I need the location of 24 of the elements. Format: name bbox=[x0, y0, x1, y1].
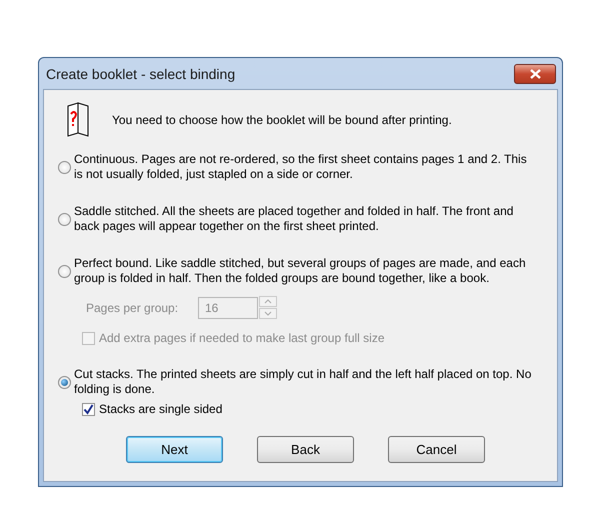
checkbox[interactable] bbox=[82, 402, 95, 416]
radio-button[interactable] bbox=[58, 212, 71, 226]
spin-up-button[interactable] bbox=[259, 296, 277, 307]
checkbox-label: Add extra pages if needed to make last group full size bbox=[99, 331, 385, 345]
dialog-button[interactable]: Back bbox=[257, 436, 354, 463]
dialog-button[interactable]: Cancel bbox=[388, 436, 485, 463]
radio-button[interactable] bbox=[58, 264, 71, 278]
booklet-question-icon bbox=[66, 102, 90, 138]
checkbox-label: Stacks are single sided bbox=[99, 402, 222, 416]
window-title: Create booklet - select binding bbox=[46, 66, 236, 82]
caret-up-icon bbox=[264, 299, 272, 304]
close-button[interactable] bbox=[514, 64, 556, 84]
option-label: Continuous. Pages are not re-ordered, so the first sheet contains pages 1 and 2. This is not usually folded, just stapled on a side or corner. bbox=[74, 152, 528, 182]
caret-down-icon bbox=[264, 311, 272, 316]
dialog-button[interactable]: Next bbox=[126, 436, 223, 463]
field-label: Pages per group: bbox=[85, 300, 180, 314]
option-label: Perfect bound. Like saddle stitched, but several groups of pages are made, and each group is folded in half. Then the folded groups are bound together, like a book. bbox=[74, 256, 527, 286]
close-icon bbox=[530, 68, 540, 78]
option-label: Cut stacks. The printed sheets are simply cut in half and the left half placed on top. No folding is done. bbox=[74, 367, 532, 397]
radio-button[interactable] bbox=[58, 376, 71, 388]
option-label: Saddle stitched. All the sheets are placed together and folded in half. The front and back pages will appear together on the first sheet printed. bbox=[74, 204, 514, 234]
spin-down-button[interactable] bbox=[259, 308, 277, 319]
radio-button[interactable] bbox=[58, 160, 71, 174]
intro-text: You need to choose how the booklet will be bound after printing. bbox=[112, 113, 452, 127]
